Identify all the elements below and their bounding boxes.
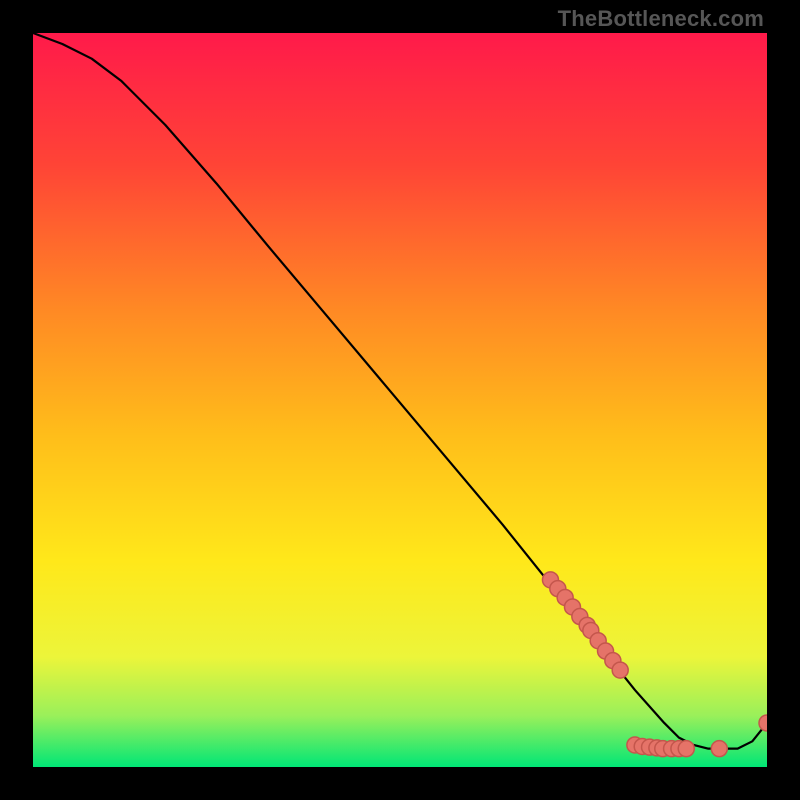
data-point-marker [711,741,727,757]
data-point-marker [678,741,694,757]
watermark-text: TheBottleneck.com [558,6,764,32]
gradient-background [33,33,767,767]
data-point-marker [612,662,628,678]
bottleneck-chart [33,33,767,767]
chart-canvas [33,33,767,767]
